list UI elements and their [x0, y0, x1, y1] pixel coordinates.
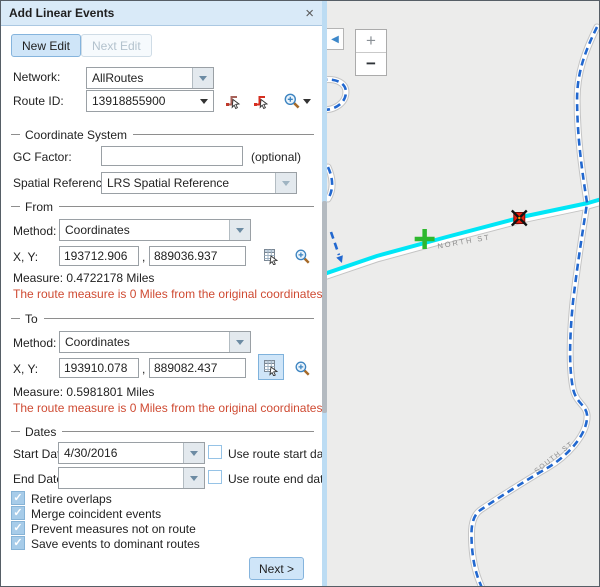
to-point-marker[interactable] [512, 211, 527, 226]
from-measure-label: Measure: [13, 271, 63, 285]
to-x-input[interactable] [59, 358, 139, 378]
gc-factor-optional-label: (optional) [251, 150, 301, 164]
end-date-dropdown[interactable] [58, 467, 205, 489]
to-method-dropdown[interactable]: Coordinates [59, 331, 251, 353]
save-events-to-dominant-routes-label: Save events to dominant routes [31, 537, 200, 551]
to-section-label: To [25, 312, 38, 326]
map-canvas: NORTH ST SOUTH ST [327, 1, 599, 586]
from-method-dropdown-arrow-icon[interactable] [229, 220, 250, 240]
start-date-value: 4/30/2016 [59, 446, 183, 460]
to-xy-label: X, Y: [13, 362, 38, 376]
spatial-reference-dropdown-arrow-icon[interactable] [275, 173, 296, 193]
to-measure-text: Measure: 0.5981801 Miles [13, 385, 154, 399]
to-measure-warning: The route measure is 0 Miles from the or… [13, 401, 326, 415]
end-date-dropdown-arrow-icon[interactable] [183, 468, 204, 488]
from-xy-comma: , [142, 250, 145, 264]
from-section-header: From [11, 200, 314, 213]
from-x-input[interactable] [59, 246, 139, 266]
close-icon[interactable]: × [305, 6, 314, 21]
map-zoom-control: + − [355, 29, 387, 76]
network-dropdown-value: AllRoutes [87, 71, 192, 85]
clear-route-selection-icon[interactable] [253, 92, 271, 113]
to-method-dropdown-arrow-icon[interactable] [229, 332, 250, 352]
dates-section-header: Dates [11, 425, 314, 438]
merge-coincident-events-label: Merge coincident events [31, 507, 161, 521]
zoom-to-route-icon[interactable] [283, 92, 301, 113]
to-section-header: To [11, 312, 314, 325]
spatial-reference-dropdown[interactable]: LRS Spatial Reference [101, 172, 297, 194]
route-id-combobox[interactable]: 13918855900 [86, 90, 214, 112]
network-label: Network: [13, 70, 60, 84]
use-route-start-date-checkbox[interactable] [208, 445, 222, 459]
route-id-dropdown-arrow-icon[interactable] [200, 99, 213, 104]
select-route-on-map-icon[interactable] [225, 92, 243, 113]
route-id-label: Route ID: [13, 94, 64, 108]
next-edit-button: Next Edit [81, 34, 152, 57]
to-zoom-to-point-icon[interactable] [294, 360, 311, 380]
to-xy-comma: , [142, 362, 145, 376]
dates-section-label: Dates [25, 425, 56, 439]
to-measure-value: 0.5981801 Miles [66, 385, 154, 399]
from-method-label: Method: [13, 224, 56, 238]
new-edit-button[interactable]: New Edit [11, 34, 81, 57]
from-xy-label: X, Y: [13, 250, 38, 264]
spatial-reference-label: Spatial Reference: [13, 176, 112, 190]
from-measure-value: 0.4722178 Miles [66, 271, 154, 285]
prevent-measures-not-on-route-checkbox[interactable]: ✓ [11, 521, 25, 535]
to-measure-label: Measure: [13, 385, 63, 399]
coordinate-system-section-header: Coordinate System [11, 128, 314, 141]
zoom-options-caret-icon[interactable] [303, 99, 311, 104]
to-y-input[interactable] [149, 358, 246, 378]
start-date-dropdown[interactable]: 4/30/2016 [58, 442, 205, 464]
retire-overlaps-checkbox[interactable]: ✓ [11, 491, 25, 505]
gc-factor-input[interactable] [101, 146, 243, 166]
from-pick-coordinates-icon[interactable] [262, 247, 280, 268]
route-id-value: 13918855900 [87, 94, 200, 108]
from-measure-warning: The route measure is 0 Miles from the or… [13, 287, 326, 301]
from-method-value: Coordinates [60, 223, 229, 237]
spatial-reference-value: LRS Spatial Reference [102, 176, 275, 190]
from-y-input[interactable] [149, 246, 246, 266]
panel-title: Add Linear Events [9, 6, 114, 20]
gc-factor-label: GC Factor: [13, 150, 72, 164]
start-date-dropdown-arrow-icon[interactable] [183, 443, 204, 463]
merge-coincident-events-checkbox[interactable]: ✓ [11, 506, 25, 520]
to-method-label: Method: [13, 336, 56, 350]
from-section-label: From [25, 200, 53, 214]
map-background [327, 1, 599, 586]
from-measure-text: Measure: 0.4722178 Miles [13, 271, 154, 285]
add-linear-events-window: Add Linear Events × New Edit Next Edit N… [0, 0, 600, 587]
zoom-in-button[interactable]: + [356, 30, 386, 53]
network-dropdown-arrow-icon[interactable] [192, 68, 213, 88]
collapse-panel-button[interactable]: ◀ [327, 28, 344, 50]
panel-titlebar: Add Linear Events × [1, 1, 322, 26]
use-route-end-date-label: Use route end date [228, 472, 330, 486]
coordinate-system-section-label: Coordinate System [25, 128, 127, 142]
to-pick-coordinates-icon-active[interactable] [258, 354, 284, 380]
save-events-to-dominant-routes-checkbox[interactable]: ✓ [11, 536, 25, 550]
use-route-start-date-label: Use route start date [228, 447, 333, 461]
from-method-dropdown[interactable]: Coordinates [59, 219, 251, 241]
use-route-end-date-checkbox[interactable] [208, 470, 222, 484]
next-button[interactable]: Next > [249, 557, 304, 580]
from-zoom-to-point-icon[interactable] [294, 248, 311, 268]
map-view[interactable]: NORTH ST SOUTH ST ◀ [327, 1, 599, 586]
add-linear-events-panel: Add Linear Events × New Edit Next Edit N… [1, 1, 322, 586]
network-dropdown[interactable]: AllRoutes [86, 67, 214, 89]
retire-overlaps-label: Retire overlaps [31, 492, 112, 506]
prevent-measures-not-on-route-label: Prevent measures not on route [31, 522, 196, 536]
to-method-value: Coordinates [60, 335, 229, 349]
zoom-out-button[interactable]: − [356, 53, 386, 75]
collapse-left-icon: ◀ [331, 34, 339, 45]
